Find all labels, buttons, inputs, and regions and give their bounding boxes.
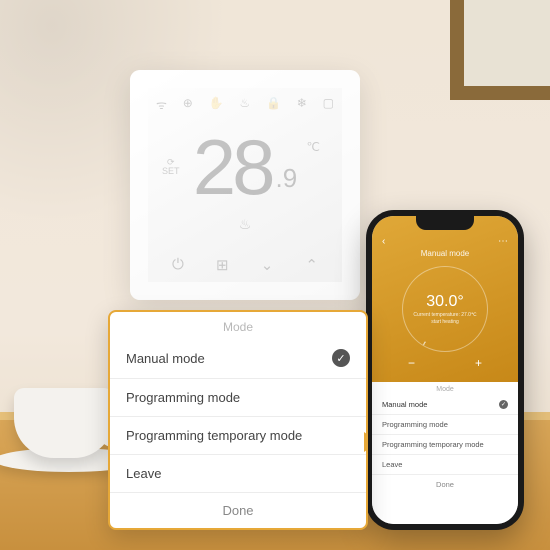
window-icon: ▢ — [323, 96, 334, 113]
option-label: Manual mode — [382, 400, 427, 409]
popup-option-programming-temp[interactable]: Programming temporary mode — [110, 417, 366, 455]
option-label: Leave — [126, 466, 161, 481]
popup-title: Mode — [110, 312, 366, 338]
check-icon: ✓ — [332, 349, 350, 367]
temp-unit: ℃ — [307, 140, 320, 154]
phone-option-leave[interactable]: Leave — [372, 455, 518, 475]
phone-mode-sheet: Mode Manual mode ✓ Programming mode Prog… — [372, 382, 518, 524]
option-label: Leave — [382, 460, 402, 469]
temp-main: 28 — [193, 136, 272, 198]
temp-decimal: .9 — [276, 163, 298, 194]
header-mode-label: Manual mode — [421, 249, 469, 258]
smartphone: ‹ ⋯ Manual mode 30.0° Current temperatur… — [366, 210, 524, 530]
clock-icon: ⊕ — [183, 96, 193, 113]
phone-screen: ‹ ⋯ Manual mode 30.0° Current temperatur… — [372, 216, 518, 524]
back-button[interactable]: ‹ — [382, 236, 385, 247]
dial-ticks — [399, 263, 491, 355]
mode-popup: Mode Manual mode ✓ Programming mode Prog… — [108, 310, 368, 530]
dial-status: start heating — [431, 319, 459, 325]
option-label: Programming temporary mode — [382, 440, 484, 449]
phone-option-manual[interactable]: Manual mode ✓ — [372, 395, 518, 415]
popup-option-manual[interactable]: Manual mode ✓ — [110, 338, 366, 379]
menu-button[interactable]: ⊞ — [216, 256, 229, 274]
up-button[interactable]: ⌃ — [305, 256, 318, 274]
option-label: Programming mode — [382, 420, 448, 429]
temp-minus-button[interactable]: − — [408, 356, 415, 370]
app-header: ‹ ⋯ Manual mode 30.0° Current temperatur… — [372, 216, 518, 382]
temp-plus-button[interactable]: + — [475, 356, 482, 370]
wifi-icon: ᯤ — [156, 96, 167, 113]
phone-notch — [416, 216, 474, 230]
option-label: Programming temporary mode — [126, 428, 302, 443]
popup-option-programming[interactable]: Programming mode — [110, 379, 366, 417]
thermostat-controls: ⏻ ⊞ ⌄ ⌃ — [156, 256, 334, 274]
flame-icon: ♨ — [239, 96, 250, 113]
phone-done-button[interactable]: Done — [372, 475, 518, 494]
phone-option-programming[interactable]: Programming mode — [372, 415, 518, 435]
set-label: ⟳ SET — [162, 158, 180, 176]
option-label: Manual mode — [126, 351, 205, 366]
down-button[interactable]: ⌄ — [261, 256, 274, 274]
phone-sheet-title: Mode — [372, 382, 518, 395]
picture-frame — [450, 0, 550, 100]
lock-icon: 🔒 — [266, 96, 281, 113]
manual-icon: ✋ — [209, 96, 224, 113]
coffee-cup — [14, 388, 114, 458]
popup-option-leave[interactable]: Leave — [110, 455, 366, 493]
phone-option-programming-temp[interactable]: Programming temporary mode — [372, 435, 518, 455]
thermostat-display: ⟳ SET 28 .9 ℃ — [156, 136, 334, 198]
thermostat-panel: ᯤ ⊕ ✋ ♨ 🔒 ❄ ▢ ⟳ SET 28 .9 ℃ ♨ ⏻ ⊞ ⌄ ⌃ — [130, 70, 360, 300]
frost-icon: ❄ — [297, 96, 307, 113]
dial-current-temp: Current temperature: 27.0℃ — [413, 312, 476, 318]
option-label: Programming mode — [126, 390, 240, 405]
popup-done-button[interactable]: Done — [110, 493, 366, 528]
callout-arrow-icon — [364, 432, 368, 452]
power-button[interactable]: ⏻ — [172, 256, 184, 274]
heating-icon: ♨ — [156, 216, 334, 233]
check-icon: ✓ — [499, 400, 508, 409]
temperature-dial[interactable]: 30.0° Current temperature: 27.0℃ start h… — [402, 266, 488, 352]
set-text: SET — [162, 167, 180, 176]
thermostat-status-icons: ᯤ ⊕ ✋ ♨ 🔒 ❄ ▢ — [156, 96, 334, 113]
more-button[interactable]: ⋯ — [498, 236, 508, 247]
